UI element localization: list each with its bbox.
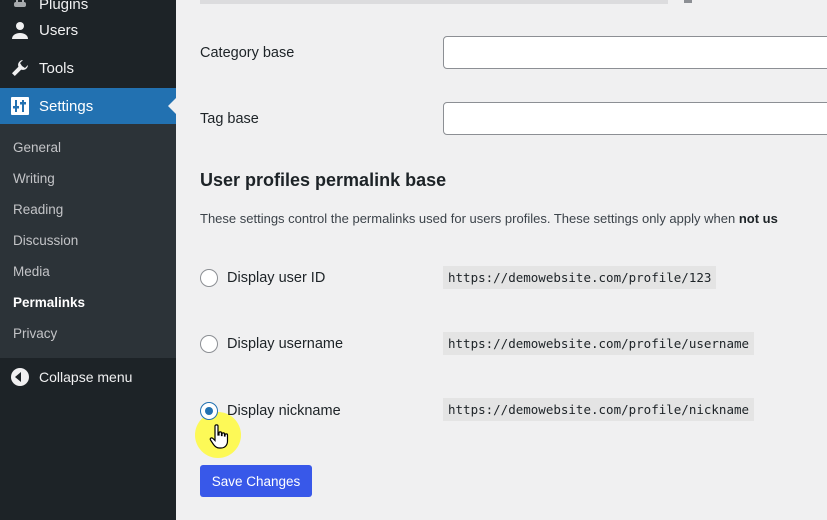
collapse-menu-label: Collapse menu [39,369,133,385]
collapse-arrow-icon [11,368,29,386]
section-title: User profiles permalink base [200,170,447,190]
collapse-menu-button[interactable]: Collapse menu [0,360,176,394]
submenu-item-discussion[interactable]: Discussion [13,233,78,248]
truncated-text-edge [684,0,692,3]
radio-user-id[interactable] [200,269,218,287]
admin-sidebar: Plugins Users Tools Settings General Wri… [0,0,176,520]
sidebar-item-label: Users [39,21,79,39]
submenu-item-permalinks[interactable]: Permalinks [13,295,85,310]
submenu-item-general[interactable]: General [13,140,61,155]
option-nickname[interactable]: Display nickname [200,402,341,420]
settings-sliders-icon [10,96,30,116]
example-url-nickname: https://demowebsite.com/profile/nickname [443,398,755,421]
save-changes-button[interactable]: Save Changes [200,465,312,497]
option-user-id[interactable]: Display user ID [200,269,325,287]
truncated-input-edge [200,0,668,4]
settings-submenu: General Writing Reading Discussion Media… [0,124,176,358]
category-base-input[interactable] [443,36,827,69]
sidebar-item-users[interactable]: Users [0,12,176,48]
description-text: These settings control the permalinks us… [200,211,739,226]
sidebar-item-tools[interactable]: Tools [0,50,176,86]
sidebar-item-label: Plugins [39,0,89,13]
tag-base-input[interactable] [443,102,827,135]
users-icon [10,20,30,40]
option-username[interactable]: Display username [200,335,343,353]
submenu-item-reading[interactable]: Reading [13,202,63,217]
sidebar-item-label: Tools [39,59,75,77]
radio-nickname[interactable] [200,402,218,420]
option-label[interactable]: Display nickname [227,403,341,419]
radio-username[interactable] [200,335,218,353]
example-url-username: https://demowebsite.com/profile/username [443,332,755,355]
sidebar-item-label: Settings [39,97,94,115]
wrench-icon [10,58,30,78]
example-url-user-id: https://demowebsite.com/profile/123 [443,266,717,289]
tag-base-label: Tag base [200,111,259,127]
category-base-label: Category base [200,45,295,61]
option-label[interactable]: Display user ID [227,270,325,286]
hand-pointer-icon [209,424,229,449]
section-description: These settings control the permalinks us… [200,211,778,226]
option-label[interactable]: Display username [227,336,343,352]
submenu-item-privacy[interactable]: Privacy [13,326,57,341]
submenu-item-media[interactable]: Media [13,264,50,279]
description-bold: not us [738,211,778,226]
sidebar-item-settings[interactable]: Settings [0,88,176,124]
submenu-item-writing[interactable]: Writing [13,171,55,186]
